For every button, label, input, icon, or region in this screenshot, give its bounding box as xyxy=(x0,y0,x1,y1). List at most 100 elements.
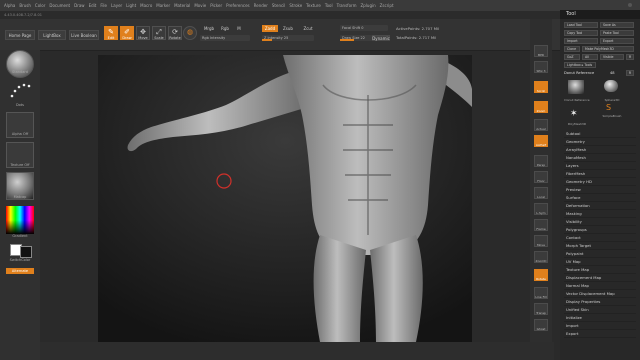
import-button[interactable]: Import xyxy=(564,38,598,44)
menu-morph-target[interactable]: Morph Target xyxy=(564,242,636,250)
paste-tool-button[interactable]: Paste Tool xyxy=(600,30,634,36)
material-sphere-icon[interactable]: ◍ xyxy=(183,26,197,40)
document-canvas[interactable] xyxy=(98,55,472,342)
zoom-button[interactable]: Zoom xyxy=(534,101,548,113)
menu-contact[interactable]: Contact xyxy=(564,234,636,242)
menu-visibility[interactable]: Visibility xyxy=(564,218,636,226)
menu-item[interactable]: Light xyxy=(126,3,136,8)
clone-button[interactable]: Clone xyxy=(564,46,580,52)
goz-button[interactable]: GoZ xyxy=(564,54,580,60)
lightbox-tools-button[interactable]: Lightbox ▸ Tools xyxy=(564,62,596,68)
window-control-icon[interactable] xyxy=(628,3,632,7)
menu-vector-displacement-map[interactable]: Vector Displacement Map xyxy=(564,290,636,298)
mrgb-button[interactable]: Mrgb xyxy=(200,25,218,32)
menu-item[interactable]: Color xyxy=(35,3,45,8)
rgb-button[interactable]: Rgb xyxy=(218,25,232,32)
actual-button[interactable]: Actual xyxy=(534,119,548,131)
r-button[interactable]: R xyxy=(626,54,634,60)
secondary-color-swatch[interactable] xyxy=(20,246,32,258)
menu-import[interactable]: Import xyxy=(564,322,636,330)
menu-item[interactable]: Stroke xyxy=(289,3,302,8)
menu-polygroups[interactable]: Polygroups xyxy=(564,226,636,234)
alternate-button[interactable]: Alternate xyxy=(6,268,34,274)
zadd-button[interactable]: Zadd xyxy=(262,25,278,32)
all-button[interactable]: All xyxy=(582,54,598,60)
menu-deformation[interactable]: Deformation xyxy=(564,202,636,210)
lsym-button[interactable]: L.Sym xyxy=(534,203,548,215)
switch-color-label[interactable]: SwitchColor xyxy=(2,258,38,262)
menu-display-properties[interactable]: Display Properties xyxy=(564,298,636,306)
menu-item[interactable]: Document xyxy=(49,3,70,8)
menu-item[interactable]: Brush xyxy=(19,3,31,8)
menu-item[interactable]: Layer xyxy=(111,3,122,8)
menu-item[interactable]: Marker xyxy=(156,3,170,8)
tool-thumb-sphere3d[interactable] xyxy=(604,80,618,92)
menu-masking[interactable]: Masking xyxy=(564,210,636,218)
lightbox-button[interactable]: LightBox xyxy=(38,30,66,40)
menu-item[interactable]: Movie xyxy=(194,3,206,8)
menu-arraymesh[interactable]: ArrayMesh xyxy=(564,146,636,154)
scale-button[interactable]: ⤢ Scale xyxy=(152,26,166,40)
floor-button[interactable]: Floor xyxy=(534,171,548,183)
visible-button[interactable]: Visible xyxy=(600,54,624,60)
menu-nanomesh[interactable]: NanoMesh xyxy=(564,154,636,162)
z-intensity-slider[interactable]: Z Intensity 25 xyxy=(262,35,314,41)
zoom3d-button[interactable]: ZoomD xyxy=(534,251,548,263)
zsub-button[interactable]: Zsub xyxy=(280,25,296,32)
move-view-button[interactable]: Move xyxy=(534,235,548,247)
menu-geometry-hd[interactable]: Geometry HD xyxy=(564,178,636,186)
scroll-button[interactable]: Scroll xyxy=(534,81,548,93)
bpr-button[interactable]: BPR xyxy=(534,45,548,57)
edit-button[interactable]: ✎ Edit xyxy=(104,26,118,40)
menu-unified-skin[interactable]: Unified Skin xyxy=(564,306,636,314)
copy-tool-button[interactable]: Copy Tool xyxy=(564,30,598,36)
menu-item[interactable]: File xyxy=(100,3,107,8)
tool-thumb-donut-reference[interactable] xyxy=(568,80,584,94)
export-button[interactable]: Export xyxy=(600,38,634,44)
tool-r-button[interactable]: R xyxy=(626,70,634,76)
aahalf-button[interactable]: AAHalf xyxy=(534,135,548,147)
linefill-button[interactable]: Line Fill xyxy=(534,287,548,299)
menu-item[interactable]: Picker xyxy=(210,3,222,8)
rgb-intensity-slider[interactable]: Rgb Intensity xyxy=(200,35,250,41)
spix-button[interactable]: SPix 3 xyxy=(534,61,548,73)
menu-item[interactable]: Transform xyxy=(337,3,357,8)
frame-button[interactable]: Frame xyxy=(534,219,548,231)
rotate-button[interactable]: ⟳ Rotate xyxy=(168,26,182,40)
simplebrush-icon[interactable]: S xyxy=(606,104,611,112)
menu-item[interactable]: Edit xyxy=(89,3,97,8)
persp-button[interactable]: Persp xyxy=(534,155,548,167)
live-boolean-button[interactable]: Live Boolean xyxy=(69,30,99,40)
move-button[interactable]: ✥ Move xyxy=(136,26,150,40)
menu-item[interactable]: Zscript xyxy=(380,3,394,8)
rotate-view-button[interactable]: Rotate xyxy=(534,269,548,281)
m-button[interactable]: M xyxy=(234,25,244,32)
menu-displacement-map[interactable]: Displacement Map xyxy=(564,274,636,282)
load-tool-button[interactable]: Load Tool xyxy=(564,22,598,28)
draw-button[interactable]: ✐ Draw xyxy=(120,26,134,40)
menu-item[interactable]: Preferences xyxy=(226,3,250,8)
tool-palette-title[interactable]: Tool xyxy=(560,10,640,19)
menu-item[interactable]: Macro xyxy=(140,3,152,8)
menu-item[interactable]: Draw xyxy=(74,3,84,8)
menu-export[interactable]: Export xyxy=(564,330,636,338)
menu-fibermesh[interactable]: FiberMesh xyxy=(564,170,636,178)
make-polymesh-button[interactable]: Make PolyMesh3D xyxy=(582,46,634,52)
dynamic-toggle[interactable]: Dynamic xyxy=(372,35,390,41)
save-as-button[interactable]: Save As xyxy=(600,22,634,28)
menu-preview[interactable]: Preview xyxy=(564,186,636,194)
stroke-thumbnail[interactable] xyxy=(6,78,34,106)
zcut-button[interactable]: Zcut xyxy=(300,25,316,32)
menu-initialize[interactable]: Initialize xyxy=(564,314,636,322)
menu-subtool[interactable]: Subtool xyxy=(564,130,636,138)
menu-uv-map[interactable]: UV Map xyxy=(564,258,636,266)
menu-item[interactable]: Stencil xyxy=(272,3,286,8)
menu-item[interactable]: Texture xyxy=(306,3,321,8)
menu-item[interactable]: Tool xyxy=(325,3,333,8)
home-page-button[interactable]: Home Page xyxy=(5,30,35,40)
menu-surface[interactable]: Surface xyxy=(564,194,636,202)
menu-layers[interactable]: Layers xyxy=(564,162,636,170)
color-picker[interactable] xyxy=(6,206,34,234)
menu-texture-map[interactable]: Texture Map xyxy=(564,266,636,274)
menu-item[interactable]: Material xyxy=(174,3,190,8)
